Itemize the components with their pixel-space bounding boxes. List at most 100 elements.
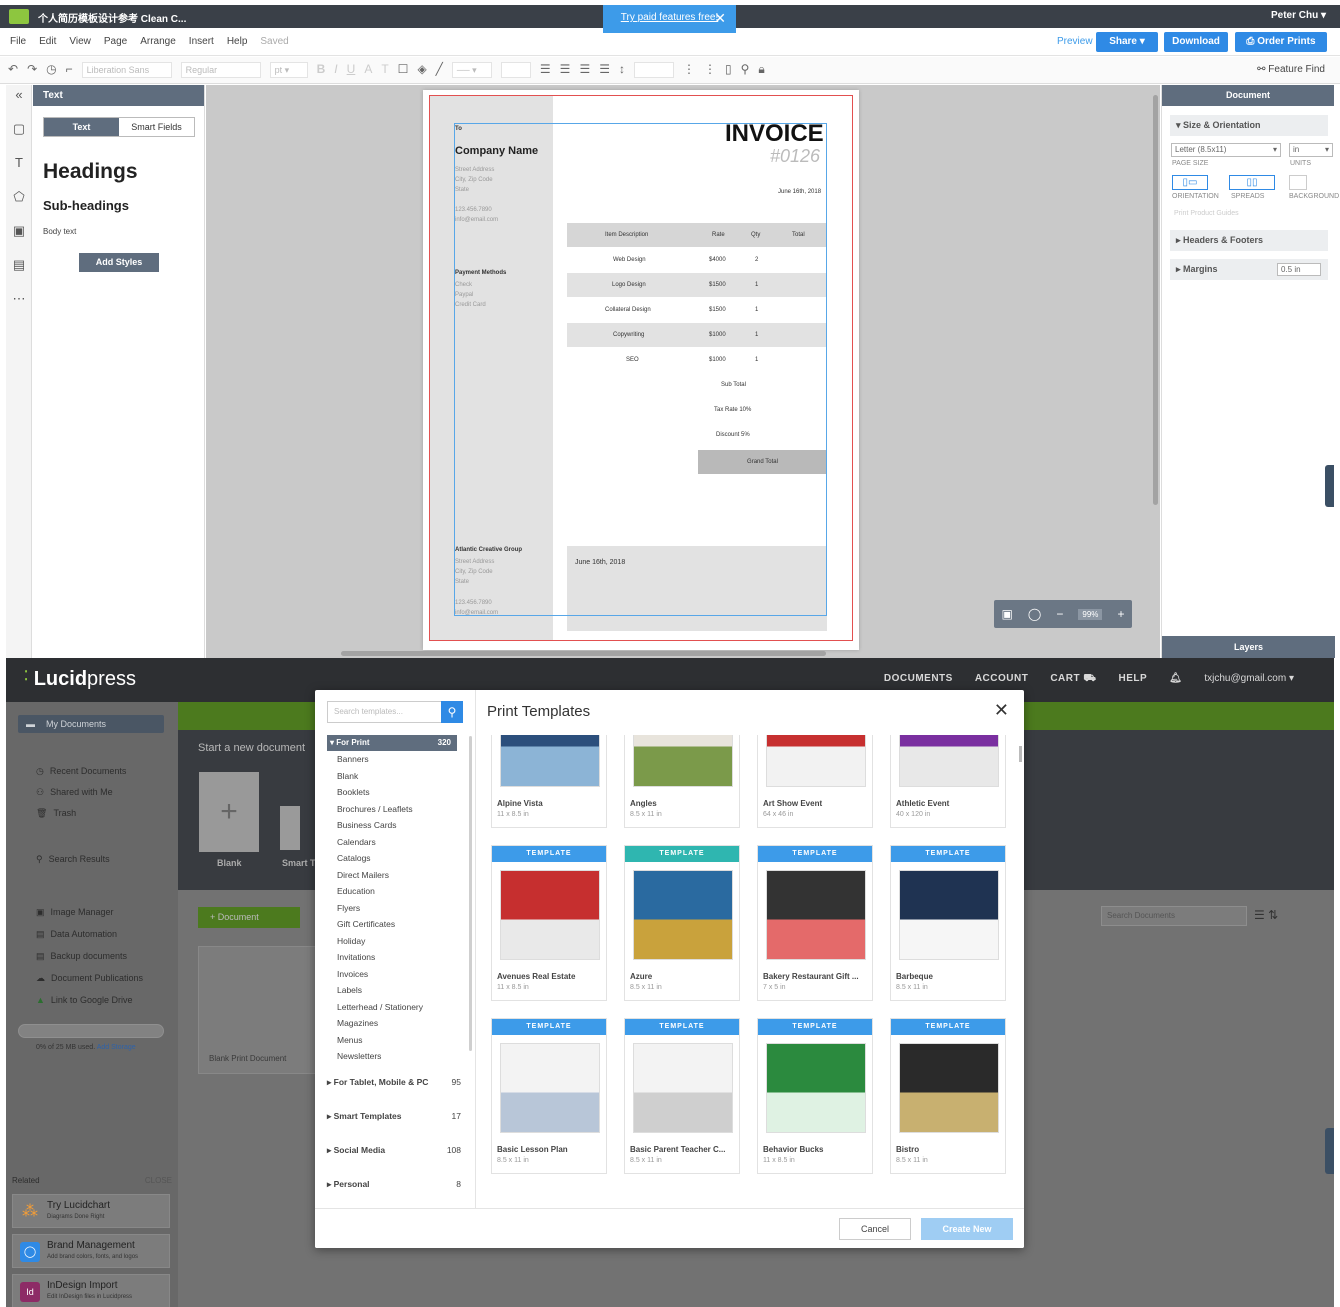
- numbered-list-icon[interactable]: ⋮: [704, 62, 716, 78]
- category-item[interactable]: Booklets: [327, 784, 467, 801]
- margins-input[interactable]: 0.5 in: [1277, 263, 1321, 276]
- related-card-brand[interactable]: ◯ Brand Management Add brand colors, fon…: [12, 1234, 170, 1268]
- sidebar-item-data-automation[interactable]: ▤ Data Automation: [36, 929, 123, 940]
- trial-link[interactable]: Try paid features free!: [621, 12, 718, 23]
- category-scrollbar[interactable]: [469, 736, 472, 1051]
- group-personal[interactable]: ▸ Personal 8: [327, 1179, 461, 1190]
- sidebar-item-recent[interactable]: ◷ Recent Documents: [36, 766, 132, 777]
- vertical-scrollbar[interactable]: [1153, 95, 1158, 505]
- template-tile[interactable]: TEMPLATE Bakery Restaurant Gift ... 7 x 5 …: [757, 845, 873, 1001]
- subheading-style[interactable]: Sub-headings: [43, 198, 129, 213]
- units-select[interactable]: in ▾: [1289, 143, 1333, 157]
- fit-page-icon[interactable]: ▣: [1002, 607, 1013, 621]
- headers-footers-section[interactable]: ▸ Headers & Footers: [1170, 230, 1328, 251]
- canvas-area[interactable]: To Company Name Street Address City, Zip…: [206, 85, 1160, 658]
- side-handle[interactable]: [1325, 1128, 1334, 1174]
- background-color-swatch[interactable]: [1289, 175, 1307, 190]
- document-title[interactable]: 个人简历模板设计参考 Clean C...: [38, 10, 186, 25]
- user-email-menu[interactable]: txjchu@gmail.com ▾: [1204, 673, 1294, 686]
- category-item[interactable]: Magazines: [327, 1015, 467, 1032]
- grid-view-icon[interactable]: ☰ ⇅: [1254, 908, 1278, 922]
- category-item[interactable]: Direct Mailers: [327, 867, 467, 884]
- template-tile[interactable]: Athletic Event 40 x 120 in: [890, 735, 1006, 828]
- undo-icon[interactable]: ↶: [8, 62, 18, 78]
- body-text-style[interactable]: Body text: [43, 227, 76, 236]
- template-tile[interactable]: TEMPLATE Behavior Bucks 11 x 8.5 in: [757, 1018, 873, 1174]
- template-tile[interactable]: TEMPLATE Barbeque 8.5 x 11 in: [890, 845, 1006, 1001]
- template-tile[interactable]: Angles 8.5 x 11 in: [624, 735, 740, 828]
- justify-icon[interactable]: ☰: [599, 62, 610, 78]
- sidebar-item-publications[interactable]: ☁ Document Publications: [36, 973, 149, 984]
- font-weight-select[interactable]: Regular: [180, 62, 261, 78]
- line-style-select[interactable]: ── ▾: [451, 62, 492, 78]
- shape-icon[interactable]: ☐: [398, 62, 409, 78]
- feature-find-button[interactable]: Feature Find: [1268, 64, 1325, 75]
- related-close[interactable]: CLOSE: [145, 1176, 172, 1185]
- menu-arrange[interactable]: Arrange: [140, 36, 176, 47]
- nav-cart[interactable]: CART ⛟: [1050, 673, 1096, 686]
- category-item[interactable]: Holiday: [327, 933, 467, 950]
- table-icon[interactable]: ▤: [6, 255, 32, 289]
- group-smart-templates[interactable]: ▸ Smart Templates 17: [327, 1111, 461, 1122]
- user-menu[interactable]: Peter Chu ▾: [1271, 10, 1326, 21]
- template-tile[interactable]: TEMPLATE Basic Parent Teacher C... 8.5 x 1…: [624, 1018, 740, 1174]
- zoom-out-button[interactable]: −: [1056, 607, 1063, 621]
- collapse-icon[interactable]: «: [6, 85, 32, 119]
- heading-style[interactable]: Headings: [43, 160, 138, 184]
- font-size-select[interactable]: pt ▾: [269, 62, 308, 78]
- add-storage-link[interactable]: Add Storage: [97, 1044, 136, 1051]
- category-item[interactable]: Brochures / Leaflets: [327, 801, 467, 818]
- folder-icon[interactable]: [9, 9, 29, 24]
- page-size-select[interactable]: Letter (8.5x11) ▾: [1171, 143, 1281, 157]
- search-documents-input[interactable]: Search Documents: [1101, 906, 1247, 926]
- underline-icon[interactable]: U: [347, 62, 356, 78]
- line-color-icon[interactable]: ╱: [436, 62, 443, 78]
- category-item[interactable]: Labels: [327, 982, 467, 999]
- sidebar-item-backup[interactable]: ▤ Backup documents: [36, 951, 133, 962]
- text-tool-icon[interactable]: T: [6, 153, 32, 187]
- category-item[interactable]: Flyers: [327, 900, 467, 917]
- category-item[interactable]: Banners: [327, 751, 467, 768]
- lock-icon[interactable]: 🔒︎: [758, 62, 764, 78]
- tab-smart-fields[interactable]: Smart Fields: [119, 118, 194, 136]
- create-new-button[interactable]: Create New: [921, 1218, 1013, 1240]
- line-spacing-icon[interactable]: ↕: [619, 62, 625, 78]
- align-center-icon[interactable]: ☰: [560, 62, 571, 78]
- zoom-in-button[interactable]: +: [1117, 607, 1124, 621]
- history-icon[interactable]: ◷: [46, 62, 56, 78]
- spacing-select[interactable]: [633, 62, 674, 78]
- line-width-select[interactable]: [500, 62, 531, 78]
- my-documents-button[interactable]: ▬ My Documents: [18, 715, 164, 733]
- related-card-indesign[interactable]: Id InDesign Import Edit InDesign files i…: [12, 1274, 170, 1307]
- template-tile[interactable]: TEMPLATE Bistro 8.5 x 11 in: [890, 1018, 1006, 1174]
- align-right-icon[interactable]: ☰: [579, 62, 590, 78]
- group-social-media[interactable]: ▸ Social Media 108: [327, 1145, 461, 1156]
- menu-insert[interactable]: Insert: [189, 36, 214, 47]
- zoom-level[interactable]: 99%: [1078, 608, 1103, 620]
- lucidpress-logo[interactable]: ⁚ Lucidpress: [24, 668, 136, 691]
- comment-icon[interactable]: ◯: [1028, 607, 1041, 621]
- template-tile[interactable]: TEMPLATE Azure 8.5 x 11 in: [624, 845, 740, 1001]
- tab-text[interactable]: Text: [44, 118, 119, 136]
- category-for-print[interactable]: ▾ For Print 320: [327, 735, 457, 751]
- more-icon[interactable]: ⋯: [6, 289, 32, 323]
- sidebar-item-trash[interactable]: 🗑︎ Trash: [36, 808, 82, 819]
- menu-help[interactable]: Help: [227, 36, 248, 47]
- image-icon[interactable]: ▣: [6, 221, 32, 255]
- blank-document-tile[interactable]: +: [199, 772, 259, 852]
- side-handle[interactable]: [1325, 465, 1334, 507]
- cancel-button[interactable]: Cancel: [839, 1218, 911, 1240]
- sidebar-item-image-manager[interactable]: ▣ Image Manager: [36, 907, 120, 918]
- category-item[interactable]: Catalogs: [327, 850, 467, 867]
- smart-template-thumb[interactable]: [280, 806, 300, 850]
- fill-icon[interactable]: ◈: [417, 62, 426, 78]
- search-icon[interactable]: ⚲: [441, 701, 463, 723]
- redo-icon[interactable]: ↷: [27, 62, 37, 78]
- sidebar-item-shared[interactable]: ⚇ Shared with Me: [36, 787, 119, 798]
- template-tile[interactable]: Alpine Vista 11 x 8.5 in: [491, 735, 607, 828]
- category-item[interactable]: Business Cards: [327, 817, 467, 834]
- order-prints-button[interactable]: ⎙ Order Prints: [1235, 32, 1327, 52]
- template-tile[interactable]: TEMPLATE Basic Lesson Plan 8.5 x 11 in: [491, 1018, 607, 1174]
- category-item[interactable]: Invitations: [327, 949, 467, 966]
- link-icon[interactable]: ⚲: [741, 62, 750, 78]
